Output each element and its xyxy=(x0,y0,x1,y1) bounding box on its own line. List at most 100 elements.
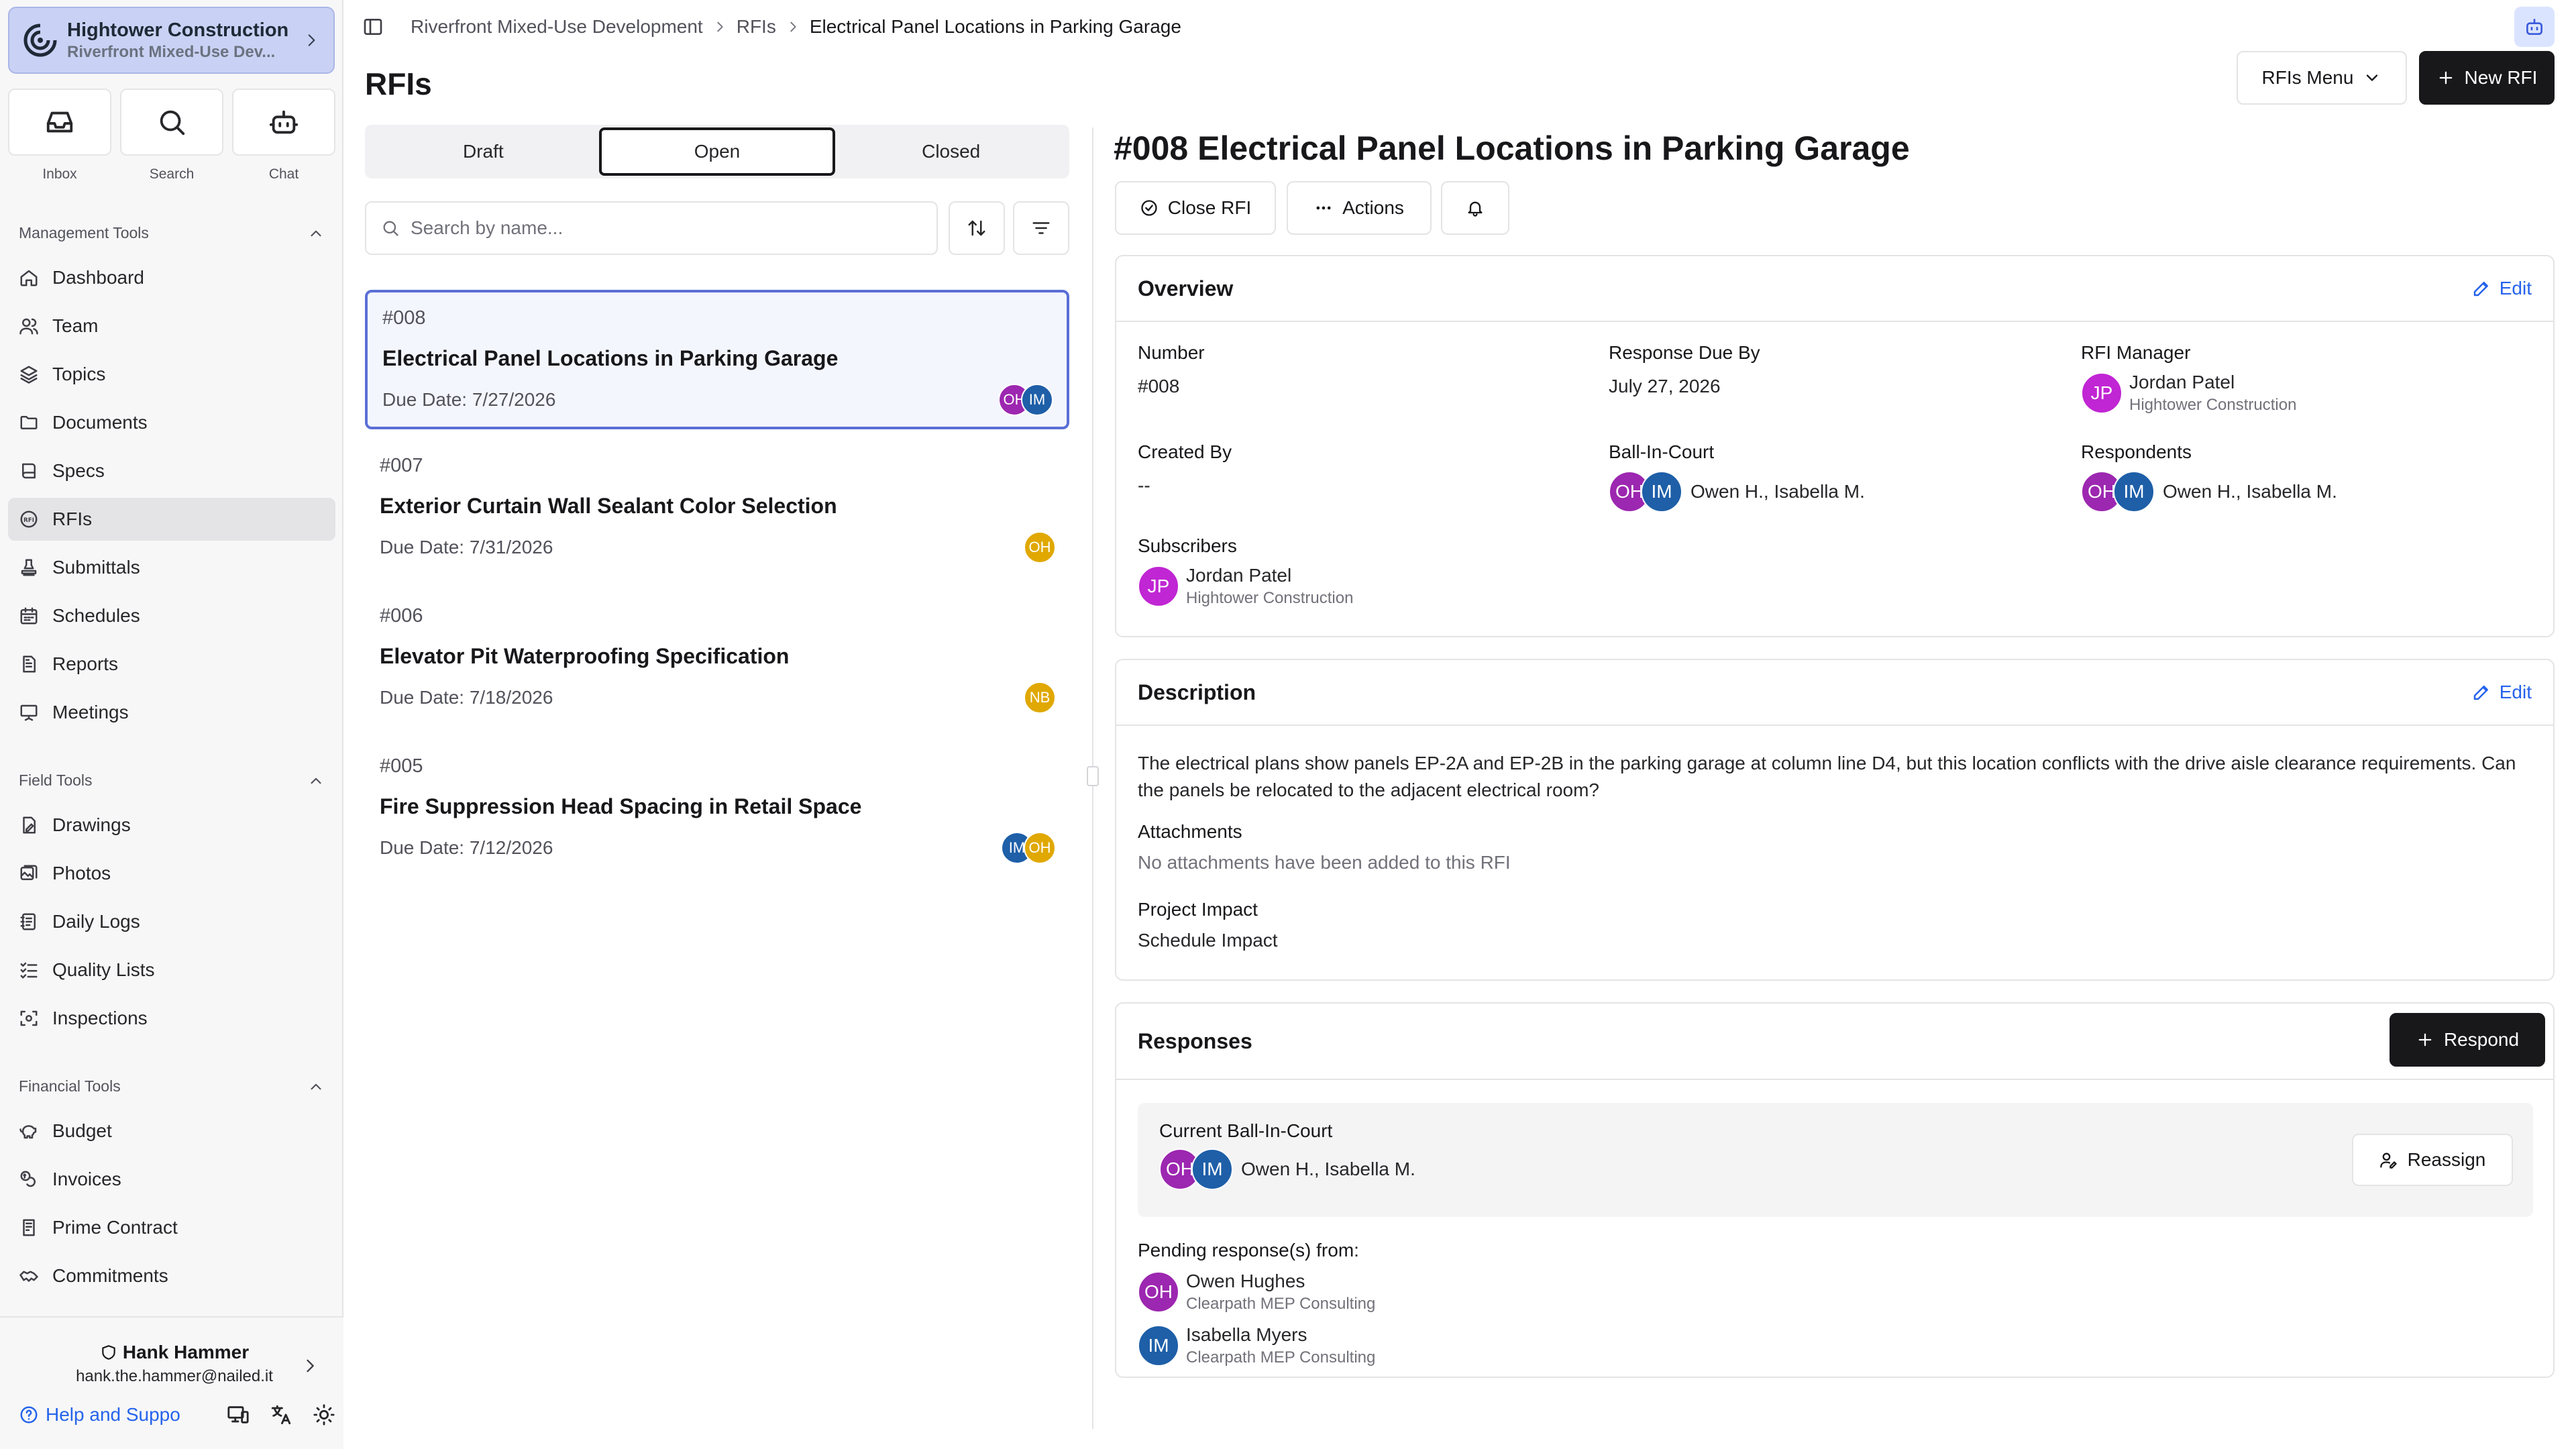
chevron-right-icon xyxy=(712,19,727,34)
sidebar-item-inspections[interactable]: Inspections xyxy=(8,997,335,1040)
chat-button[interactable]: Chat xyxy=(232,89,335,182)
plus-icon xyxy=(2436,68,2455,87)
sidebar-footer: Hank Hammer hank.the.hammer@nailed.it He… xyxy=(0,1316,343,1449)
due-field: Response Due By July 27, 2026 xyxy=(1609,342,1760,396)
sidebar-toggle-icon[interactable] xyxy=(362,16,384,38)
devices-icon[interactable] xyxy=(227,1403,250,1426)
sidebar-item-documents[interactable]: Documents xyxy=(8,401,335,444)
section-management-tools[interactable]: Management Tools xyxy=(19,224,325,242)
rfi-manager-field: RFI Manager JP Jordan Patel Hightower Co… xyxy=(2081,342,2297,414)
sidebar-item-daily-logs[interactable]: Daily Logs xyxy=(8,900,335,943)
rfi-list-item[interactable]: #006 Elevator Pit Waterproofing Specific… xyxy=(365,590,1069,730)
created-by-field: Created By -- xyxy=(1138,441,1232,496)
chevron-right-icon[interactable] xyxy=(301,1356,319,1375)
inbox-button[interactable]: Inbox xyxy=(8,89,111,182)
breadcrumb-project[interactable]: Riverfront Mixed-Use Development xyxy=(411,16,703,38)
check-circle-icon xyxy=(1140,199,1159,217)
avatar: OH xyxy=(1024,531,1056,564)
folder-icon xyxy=(19,413,39,433)
attachments-field: Attachments No attachments have been add… xyxy=(1138,821,1511,873)
edit-overview-button[interactable]: Edit xyxy=(2471,278,2532,299)
project-name: Riverfront Mixed-Use Dev... xyxy=(67,42,276,61)
user-name: Hank Hammer xyxy=(122,1342,250,1362)
company-name: Hightower Construction xyxy=(67,19,289,41)
resize-handle[interactable] xyxy=(1087,766,1099,786)
inbox-icon xyxy=(44,107,75,138)
chevron-right-icon xyxy=(303,32,320,49)
help-and-support-link[interactable]: Help and Suppo xyxy=(19,1404,207,1426)
tab-open[interactable]: Open xyxy=(598,127,836,176)
sidebar-item-commitments[interactable]: Commitments xyxy=(8,1254,335,1297)
sidebar-item-specs[interactable]: Specs xyxy=(8,449,335,492)
actions-button[interactable]: Actions xyxy=(1287,181,1432,235)
sidebar-item-quality-lists[interactable]: Quality Lists xyxy=(8,949,335,991)
sidebar-item-rfis[interactable]: RFI RFIs xyxy=(8,498,335,541)
rfis-menu-button[interactable]: RFIs Menu xyxy=(2237,51,2407,105)
breadcrumb-rfis[interactable]: RFIs xyxy=(737,16,776,38)
translate-icon[interactable] xyxy=(270,1403,292,1426)
avatar: NB xyxy=(1024,682,1056,714)
search-icon xyxy=(156,107,187,138)
notifications-button[interactable] xyxy=(1441,181,1509,235)
rfi-list-item[interactable]: #008 Electrical Panel Locations in Parki… xyxy=(365,290,1069,429)
user-email: hank.the.hammer@nailed.it xyxy=(76,1367,273,1385)
help-circle-icon xyxy=(19,1405,39,1425)
chevron-up-icon xyxy=(307,1078,325,1095)
reassign-button[interactable]: Reassign xyxy=(2352,1134,2513,1186)
avatar: IM xyxy=(1191,1148,1233,1190)
sidebar-item-meetings[interactable]: Meetings xyxy=(8,691,335,734)
sidebar-item-submittals[interactable]: Submittals xyxy=(8,546,335,589)
project-switcher[interactable]: Hightower Construction Riverfront Mixed-… xyxy=(8,7,335,74)
respond-button[interactable]: Respond xyxy=(2390,1013,2545,1067)
respondents-field: Respondents OH IM Owen H., Isabella M. xyxy=(2081,441,2337,513)
user-edit-icon xyxy=(2379,1150,2398,1169)
assistant-button[interactable] xyxy=(2514,7,2555,47)
section-field-tools[interactable]: Field Tools xyxy=(19,771,325,790)
search-input[interactable] xyxy=(411,217,920,239)
avatar: IM xyxy=(1021,384,1053,416)
edit-description-button[interactable]: Edit xyxy=(2471,682,2532,703)
list-item: IM Isabella Myers Clearpath MEP Consulti… xyxy=(1138,1324,1375,1367)
sidebar-item-dashboard[interactable]: Dashboard xyxy=(8,256,335,299)
subscribers-field: Subscribers JP Jordan Patel Hightower Co… xyxy=(1138,535,1354,607)
photos-icon xyxy=(19,863,39,883)
rfi-list-item[interactable]: #007 Exterior Curtain Wall Sealant Color… xyxy=(365,440,1069,580)
status-tabs: Draft Open Closed xyxy=(365,125,1069,178)
tab-draft[interactable]: Draft xyxy=(368,127,599,176)
avatar: OH xyxy=(1024,832,1056,864)
company-logo-icon xyxy=(23,23,58,58)
contract-icon xyxy=(19,1218,39,1238)
search-button[interactable]: Search xyxy=(120,89,223,182)
new-rfi-button[interactable]: New RFI xyxy=(2419,51,2555,105)
more-horizontal-icon xyxy=(1314,199,1333,217)
user-profile[interactable]: Hank Hammer hank.the.hammer@nailed.it xyxy=(74,1342,275,1386)
search-field xyxy=(365,201,938,255)
sidebar-item-prime-contract[interactable]: Prime Contract xyxy=(8,1206,335,1249)
filter-button[interactable] xyxy=(1013,201,1069,255)
project-impact-field: Project Impact Schedule Impact xyxy=(1138,899,1278,951)
responses-panel: Responses Respond Current Ball-In-Court … xyxy=(1115,1002,2555,1378)
bot-icon xyxy=(2524,16,2545,38)
number-field: Number #008 xyxy=(1138,342,1205,396)
tab-closed[interactable]: Closed xyxy=(835,127,1067,176)
sidebar-item-photos[interactable]: Photos xyxy=(8,852,335,895)
sidebar-item-team[interactable]: Team xyxy=(8,305,335,347)
rfi-list-item[interactable]: #005 Fire Suppression Head Spacing in Re… xyxy=(365,741,1069,880)
sidebar-item-invoices[interactable]: Invoices xyxy=(8,1158,335,1201)
sort-button[interactable] xyxy=(949,201,1005,255)
sidebar-item-reports[interactable]: Reports xyxy=(8,643,335,686)
avatar: IM xyxy=(1138,1325,1179,1366)
avatar: IM xyxy=(2113,471,2155,513)
shield-icon xyxy=(100,1344,117,1361)
sidebar-item-budget[interactable]: Budget xyxy=(8,1110,335,1152)
rfi-icon: RFI xyxy=(19,509,39,529)
sidebar-item-topics[interactable]: Topics xyxy=(8,353,335,396)
section-financial-tools[interactable]: Financial Tools xyxy=(19,1077,325,1095)
close-rfi-button[interactable]: Close RFI xyxy=(1115,181,1276,235)
description-text: The electrical plans show panels EP-2A a… xyxy=(1138,753,2516,800)
sidebar-item-schedules[interactable]: Schedules xyxy=(8,594,335,637)
theme-toggle-icon[interactable] xyxy=(313,1403,335,1426)
bot-icon xyxy=(268,107,299,138)
sidebar-item-drawings[interactable]: Drawings xyxy=(8,804,335,847)
description-panel: Description Edit The electrical plans sh… xyxy=(1115,659,2555,981)
